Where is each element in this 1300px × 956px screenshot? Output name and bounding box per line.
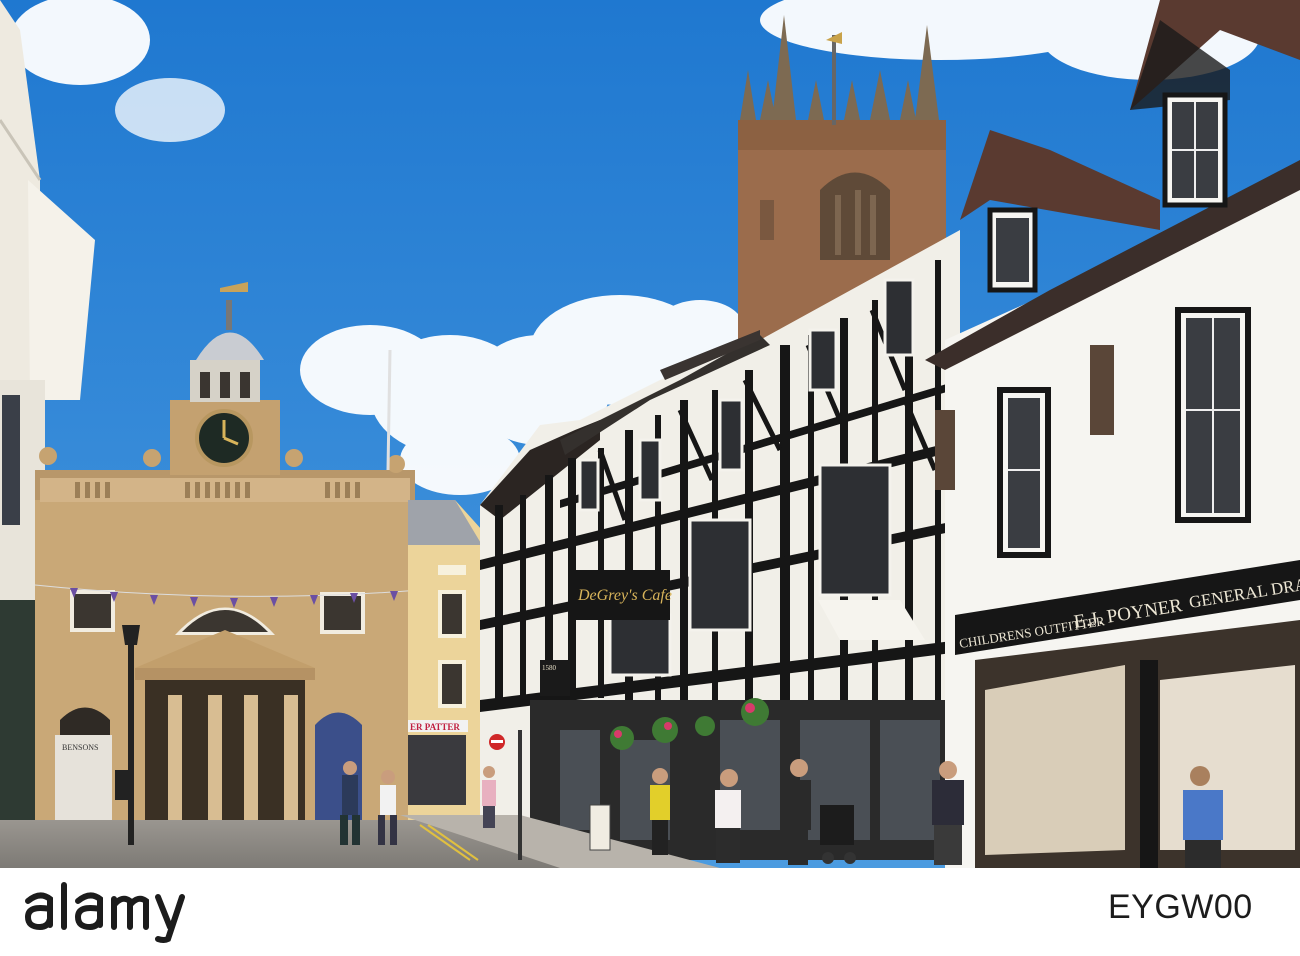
photo-canvas: BENSONS ER PATTER DeGrey's Cafe 1580 CHI… [0,0,1300,868]
patter-sign: ER PATTER [410,722,460,732]
alamy-logo: alamy [24,882,185,943]
walk-year: 1580 [542,664,557,672]
bensons-sign: BENSONS [62,743,98,752]
watermark-footer: alamy EYGW00 [0,868,1300,956]
cafe-sign: DeGrey's Cafe [577,587,672,604]
street-photo: BENSONS ER PATTER DeGrey's Cafe 1580 CHI… [0,0,1300,868]
image-id: EYGW00 [1108,888,1253,926]
